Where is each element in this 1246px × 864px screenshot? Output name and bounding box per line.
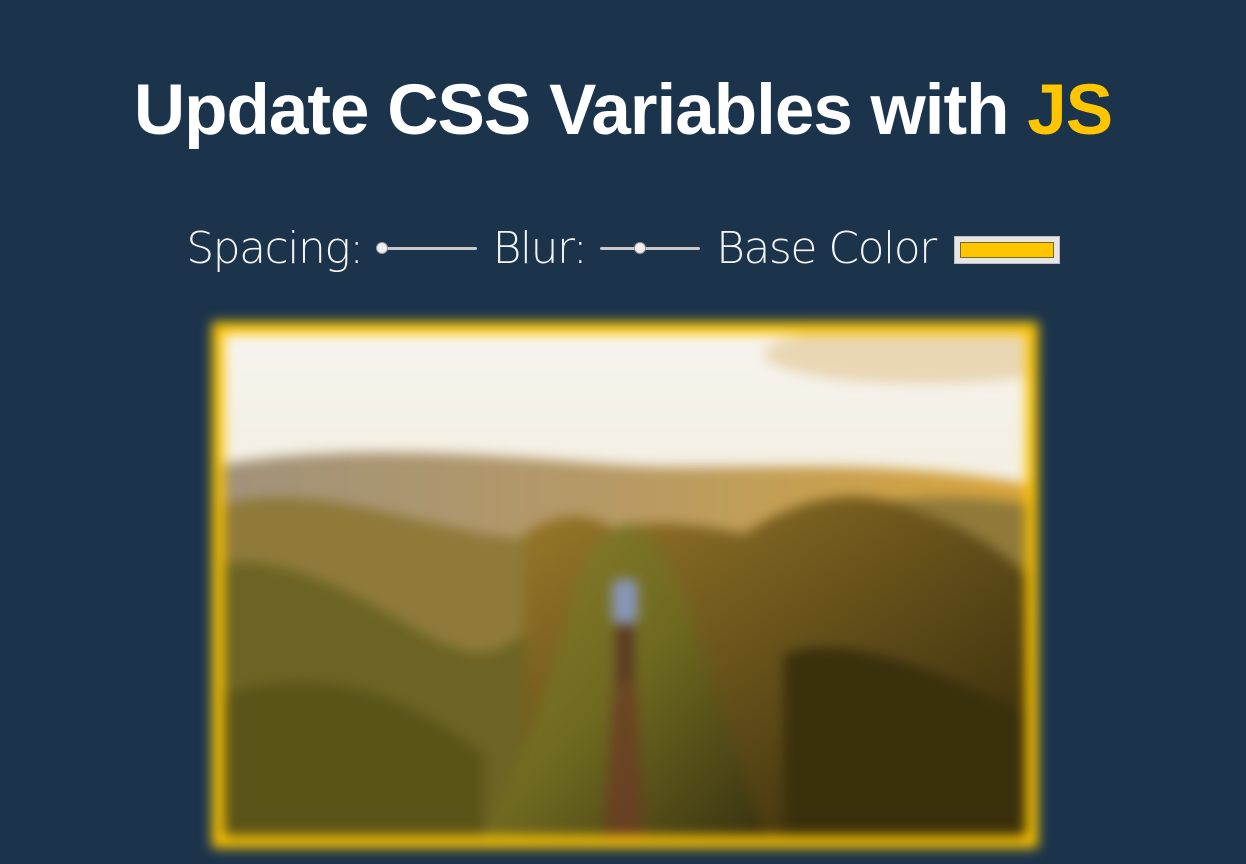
mountain-landscape-icon bbox=[224, 334, 1026, 836]
spacing-slider-track[interactable] bbox=[376, 247, 477, 250]
base-color-picker[interactable] bbox=[953, 236, 1060, 264]
base-color-label: Base Color bbox=[716, 222, 937, 274]
spacing-label: Spacing: bbox=[186, 222, 364, 274]
page-title: Update CSS Variables with JS bbox=[0, 68, 1246, 154]
spacing-slider-thumb[interactable] bbox=[375, 242, 388, 254]
mountain-landscape-image bbox=[224, 334, 1026, 836]
blur-label: Blur: bbox=[492, 222, 588, 274]
base-color-swatch[interactable] bbox=[959, 242, 1054, 258]
blur-slider[interactable] bbox=[600, 238, 701, 258]
title-highlight-text: JS bbox=[1027, 71, 1113, 150]
blur-slider-track[interactable] bbox=[600, 247, 701, 250]
photo-frame bbox=[212, 322, 1038, 848]
controls-bar: Spacing: Blur: Base Color bbox=[0, 218, 1246, 278]
title-main-text: Update CSS Variables with bbox=[133, 71, 1010, 150]
spacing-slider[interactable] bbox=[375, 238, 477, 258]
blur-slider-thumb[interactable] bbox=[634, 242, 647, 254]
